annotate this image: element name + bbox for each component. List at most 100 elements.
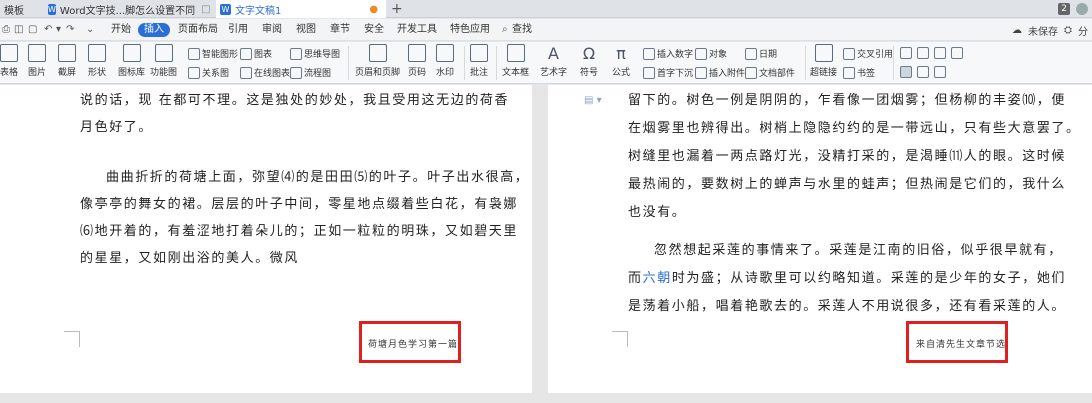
page-left[interactable]: 说的话，现 在都可不理。这是独处的妙处，我且受用这无边的荷香 月色好了。 曲曲折… — [0, 85, 532, 393]
search-icon[interactable]: ⌕ — [502, 19, 508, 41]
insert-number-button[interactable]: 插入数字 — [643, 47, 693, 60]
hyperlink-button[interactable]: 超链接 — [810, 44, 837, 78]
link-icon — [814, 44, 833, 62]
ribbon-separator — [348, 46, 349, 80]
table-button[interactable]: 表格 — [0, 44, 18, 78]
bookmark-button[interactable]: 书签 — [843, 66, 875, 79]
menu-security[interactable]: 安全 — [364, 19, 384, 41]
menu-developer[interactable]: 开发工具 — [397, 19, 437, 41]
textbox-button[interactable]: 文本框 — [502, 44, 529, 78]
watermark-button[interactable]: 水印 — [436, 44, 454, 78]
smart-shape-icon — [188, 47, 200, 60]
six-dynasties-link[interactable]: 六朝 — [643, 271, 672, 286]
mind-map-button[interactable]: 思维导图 — [290, 47, 340, 60]
layout-icon-7[interactable] — [934, 66, 948, 78]
text-line[interactable]: 月色好了。 — [80, 114, 153, 141]
menu-references[interactable]: 引用 — [228, 19, 248, 41]
save-status[interactable]: 未保存 — [1028, 23, 1058, 38]
shape-button[interactable]: 形状 — [88, 44, 106, 78]
doc-part-icon — [745, 66, 757, 79]
date-button[interactable]: 日期 — [745, 47, 777, 60]
tab-doc-word-tips[interactable]: W Word文字技...脚怎么设置不同 □ × — [44, 0, 214, 18]
attachment-button[interactable]: 插入附件 — [695, 66, 745, 79]
page-right[interactable]: ▤ ▾ 留下的。树色一例是阴阴的，乍看像一团烟雾；但杨柳的丰姿⑽，便 在烟雾里也… — [548, 85, 1092, 393]
text-line[interactable]: 在烟雾里也辨得出。树梢上隐隐约约的是一带远山，只有些大意罢了。 — [628, 115, 1081, 142]
line-rest: 时为盛；从诗歌里可以约略知道。采莲的是少年的女子，她们 — [671, 271, 1067, 286]
textbox-label: 文本框 — [502, 68, 530, 78]
layout-icon-1[interactable] — [900, 47, 914, 59]
function-chart-button[interactable]: 功能图 — [150, 44, 177, 78]
page-count-badge[interactable]: 2 — [1058, 3, 1070, 15]
search-button[interactable]: 查找 — [512, 19, 532, 41]
layout-icon-6[interactable] — [917, 66, 931, 78]
tab-template[interactable]: 模板 — [0, 0, 40, 18]
picture-button[interactable]: 图片 — [28, 44, 46, 78]
tab-doc-word-tips-label: Word文字技...脚怎么设置不同 — [59, 5, 196, 17]
text-line[interactable]: 留下的。树色一例是阴阴的，乍看像一团烟雾；但杨柳的丰姿⑽，便 — [628, 87, 1066, 114]
menu-special[interactable]: 特色应用 — [450, 19, 490, 41]
wordart-button[interactable]: A 艺术字 — [540, 44, 567, 78]
avatar[interactable] — [1076, 3, 1088, 15]
text-line[interactable]: 的星星，又如刚出浴的美人。微风 — [80, 245, 299, 272]
footer-text-left[interactable]: 荷塘月色学习第一篇 — [368, 337, 458, 350]
menu-page-layout[interactable]: 页面布局 — [178, 19, 218, 41]
menu-chapter[interactable]: 章节 — [330, 19, 350, 41]
icon-library-button[interactable]: 图标库 — [118, 44, 145, 78]
layout-icon-5[interactable] — [900, 66, 914, 78]
preview-icon[interactable]: ◫ — [14, 19, 23, 41]
shape-label: 形状 — [88, 68, 107, 78]
pi-icon: π — [616, 44, 626, 63]
customize-dropdown-icon[interactable]: ⌄ — [86, 19, 94, 41]
page-number-button[interactable]: 页码 — [408, 44, 426, 78]
text-line[interactable]: 像亭亭的舞女的裙。层层的叶子中间，零星地点缀着些白花，有袅娜 — [80, 191, 518, 218]
chart-icon — [240, 47, 252, 60]
layout-icon-3[interactable] — [934, 47, 948, 59]
menu-review[interactable]: 审阅 — [262, 19, 282, 41]
footer-text-right[interactable]: 来自清先生文章节选 — [916, 337, 1006, 350]
menu-bar: ⎙ ◫ ▢ ↶ ▾ ↷ ⌄ 开始 插入 页面布局 引用 审阅 视图 章节 安全 … — [0, 19, 1092, 41]
ribbon-separator — [805, 46, 806, 80]
paperclip-icon — [695, 66, 707, 79]
doc-part-button[interactable]: 文档部件 — [745, 66, 795, 79]
menu-insert[interactable]: 插入 — [138, 23, 170, 37]
text-line[interactable]: 忽然想起采莲的事情来了。采莲是江南的旧俗，似乎很早就有， — [654, 237, 1063, 264]
cross-reference-button[interactable]: 交叉引用 — [843, 47, 893, 60]
new-tab-button[interactable]: + — [391, 0, 403, 18]
chart-button[interactable]: 图表 — [240, 47, 272, 60]
text-line[interactable]: 最热闹的，要数树上的蝉声与水里的蛙声；但热闹是它们的，我什么 — [628, 171, 1066, 198]
menu-home[interactable]: 开始 — [111, 19, 131, 41]
drop-cap-button[interactable]: 首字下沉 — [643, 66, 693, 79]
text-line[interactable]: ⑹地开着的，有羞涩地打着朵儿的；正如一粒粒的明珠，又如碧天里 — [80, 218, 518, 245]
relation-chart-button[interactable]: 关系图 — [188, 66, 229, 79]
header-footer-label: 页眉和页脚 — [355, 68, 401, 78]
undo-icon[interactable]: ↶ — [44, 19, 52, 41]
print-preview-icon[interactable]: ▢ — [28, 19, 37, 41]
text-line[interactable]: 而六朝时为盛；从诗歌里可以约略知道。采莲的是少年的女子，她们 — [628, 265, 1066, 292]
text-line[interactable]: 说的话，现 在都可不理。这是独处的妙处，我且受用这无边的荷香 — [80, 87, 509, 114]
online-chart-button[interactable]: 在线图表 — [240, 66, 290, 79]
close-icon[interactable]: □ — [201, 4, 210, 15]
layout-icon-2[interactable] — [917, 47, 931, 59]
screenshot-button[interactable]: 截屏 — [58, 44, 76, 78]
undo-dropdown-icon[interactable]: ▾ — [56, 19, 61, 41]
table-icon — [0, 44, 18, 62]
formula-button[interactable]: π 公式 — [612, 44, 630, 78]
drop-cap-icon — [643, 66, 655, 79]
redo-icon[interactable]: ↷ — [66, 19, 74, 41]
tab-doc-1[interactable]: W 文字文稿1 ● — [216, 0, 386, 18]
document-nav-icon[interactable]: ▤ ▾ — [584, 95, 602, 106]
smart-shape-button[interactable]: 智能图形 — [188, 47, 238, 60]
share-button[interactable]: 分 — [1078, 23, 1088, 38]
text-line[interactable]: 曲曲折折的荷塘上面，弥望⑷的是田田⑸的叶子。叶子出水很高， — [106, 164, 529, 191]
object-button[interactable]: 对象 — [695, 47, 727, 60]
comment-button[interactable]: 批注 — [470, 44, 488, 78]
text-line[interactable]: 也没有。 — [628, 199, 686, 226]
print-icon[interactable]: ⎙ — [2, 19, 10, 41]
symbol-button[interactable]: Ω 符号 — [580, 44, 598, 78]
menu-view[interactable]: 视图 — [296, 19, 316, 41]
flowchart-button[interactable]: 流程图 — [290, 66, 331, 79]
header-footer-button[interactable]: 页眉和页脚 — [355, 44, 400, 78]
text-line[interactable]: 树缝里也漏着一两点路灯光，没精打采的，是渴睡⑾人的眼。这时候 — [628, 143, 1066, 170]
layout-icon-4[interactable] — [951, 47, 965, 59]
text-line[interactable]: 是荡着小船，唱着艳歌去的。采莲人不用说很多，还有看采莲的人。 — [628, 293, 1066, 320]
